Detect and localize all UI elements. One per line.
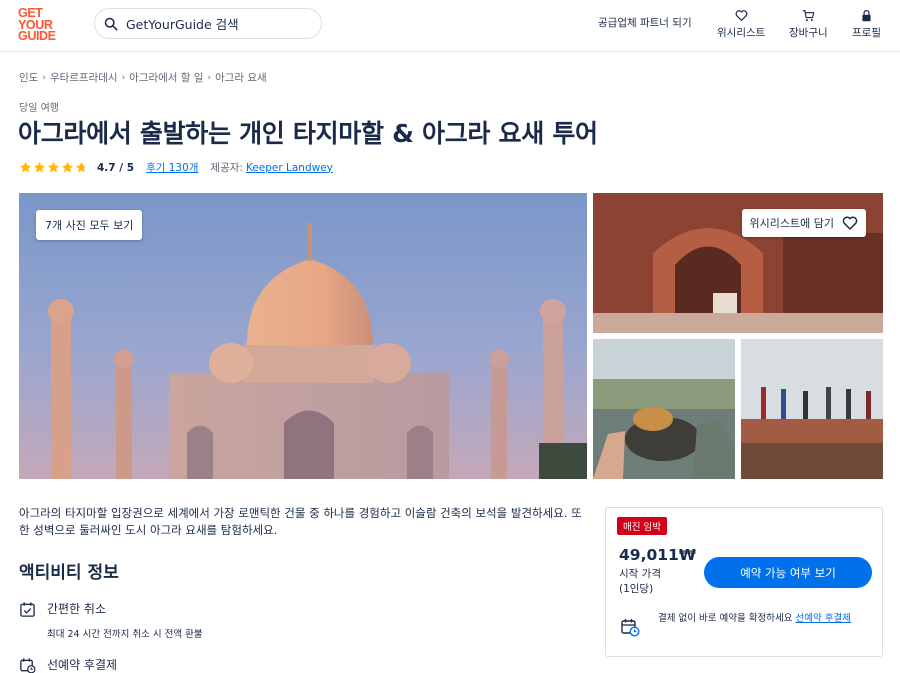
likely-to-sell-out-badge: 매진 임박	[617, 517, 667, 535]
info-title: 선예약 후결제	[47, 658, 118, 672]
price-label-line: 시작 가격	[619, 568, 661, 580]
page-title: 아그라에서 출발하는 개인 타지마할 & 아그라 요새 투어	[18, 119, 598, 148]
price-label-line: (1인당)	[619, 583, 654, 595]
photo-food-river[interactable]	[593, 339, 735, 479]
breadcrumb-item[interactable]: 아그라에서 할 일	[129, 70, 203, 85]
breadcrumb-item[interactable]: 아그라 요새	[215, 70, 267, 85]
site-header: GET YOUR GUIDE GetYourGuide 검색 공급업체 파트너 …	[0, 0, 900, 52]
reviews-link[interactable]: 후기 130개	[146, 160, 198, 175]
rating-row: 4.7 / 5 후기 130개 제공자: Keeper Landwey	[19, 160, 333, 175]
photo-visitors-bridge[interactable]	[741, 339, 883, 479]
price-label: 시작 가격 (1인당)	[619, 567, 661, 597]
chevron-right-icon: ›	[42, 72, 46, 83]
breadcrumb: 인도 › 우타르프라데시 › 아그라에서 할 일 › 아그라 요새	[19, 70, 267, 85]
info-subtitle: 최대 24 시간 전까지 취소 시 전액 환불	[47, 629, 203, 640]
provider-link[interactable]: Keeper Landwey	[246, 162, 333, 174]
star-icon	[47, 161, 60, 173]
add-to-wishlist-button[interactable]: 위시리스트에 담기	[741, 209, 866, 237]
calendar-clock-icon	[20, 658, 36, 673]
search-icon	[104, 17, 118, 30]
reserve-info-text: 결제 없이 바로 예약을 확정하세요 선예약 후결제	[658, 612, 872, 626]
calendar-clock-icon	[621, 619, 640, 637]
star-icon	[61, 161, 74, 173]
star-icon	[19, 161, 32, 173]
cart-icon	[802, 10, 815, 21]
photo-interior-arches[interactable]: 위시리스트에 담기	[593, 193, 883, 333]
star-half-icon	[75, 161, 88, 173]
visitors-bridge-image	[741, 339, 883, 479]
activity-info-heading: 액티비티 정보	[19, 563, 119, 583]
logo-text-line: GUIDE	[18, 29, 56, 43]
rating-value: 4.7 / 5	[97, 161, 135, 174]
chevron-right-icon: ›	[121, 72, 126, 83]
photo-gallery: 7개 사진 모두 보기 위시리스트에 담기	[19, 193, 883, 479]
info-reserve-now-pay-later: 선예약 후결제	[19, 656, 117, 673]
price-value: 49,011₩	[619, 546, 696, 564]
nav-cart[interactable]: 장바구니	[789, 9, 828, 40]
main-photo-taj-mahal[interactable]: 7개 사진 모두 보기	[19, 193, 587, 479]
view-all-photos-button[interactable]: 7개 사진 모두 보기	[36, 210, 143, 240]
getyourguide-logo[interactable]: GET YOUR GUIDE	[18, 7, 64, 43]
nav-wishlist[interactable]: 위시리스트	[717, 9, 765, 40]
nav-cart-label: 장바구니	[789, 27, 828, 39]
info-title: 간편한 취소	[47, 602, 107, 616]
nav-profile-label: 프로필	[852, 27, 881, 39]
search-input[interactable]: GetYourGuide 검색	[126, 14, 239, 33]
star-icon	[33, 161, 46, 173]
breadcrumb-item[interactable]: 인도	[19, 70, 38, 85]
lock-icon	[862, 9, 871, 22]
nav-wishlist-label: 위시리스트	[717, 27, 766, 39]
nav-profile[interactable]: 프로필	[852, 9, 881, 40]
heart-icon	[842, 216, 858, 230]
search-bar[interactable]: GetYourGuide 검색	[94, 8, 322, 39]
breadcrumb-item[interactable]: 우타르프라데시	[50, 70, 118, 85]
calendar-check-icon	[20, 602, 35, 617]
activity-description: 아그라의 타지마할 입장권으로 세계에서 가장 로맨틱한 건물 중 하나를 경험…	[19, 506, 582, 537]
provider-label: 제공자:	[210, 162, 243, 174]
heart-icon	[735, 10, 748, 21]
reserve-now-pay-later-link[interactable]: 선예약 후결제	[795, 613, 850, 624]
check-availability-button[interactable]: 예약 가능 여부 보기	[704, 557, 872, 588]
food-river-image	[593, 339, 735, 479]
chevron-right-icon: ›	[207, 72, 212, 83]
booking-card: 매진 임박 49,011₩ 시작 가격 (1인당) 예약 가능 여부 보기 결제…	[605, 507, 883, 657]
reserve-info-description: 결제 없이 바로 예약을 확정하세요	[658, 613, 796, 624]
activity-category: 당일 여행	[19, 103, 59, 114]
become-partner-link[interactable]: 공급업체 파트너 되기	[598, 15, 692, 30]
add-to-wishlist-label: 위시리스트에 담기	[749, 217, 834, 230]
rating-stars	[19, 161, 88, 174]
info-free-cancellation: 간편한 취소 최대 24 시간 전까지 취소 시 전액 환불	[19, 600, 203, 640]
